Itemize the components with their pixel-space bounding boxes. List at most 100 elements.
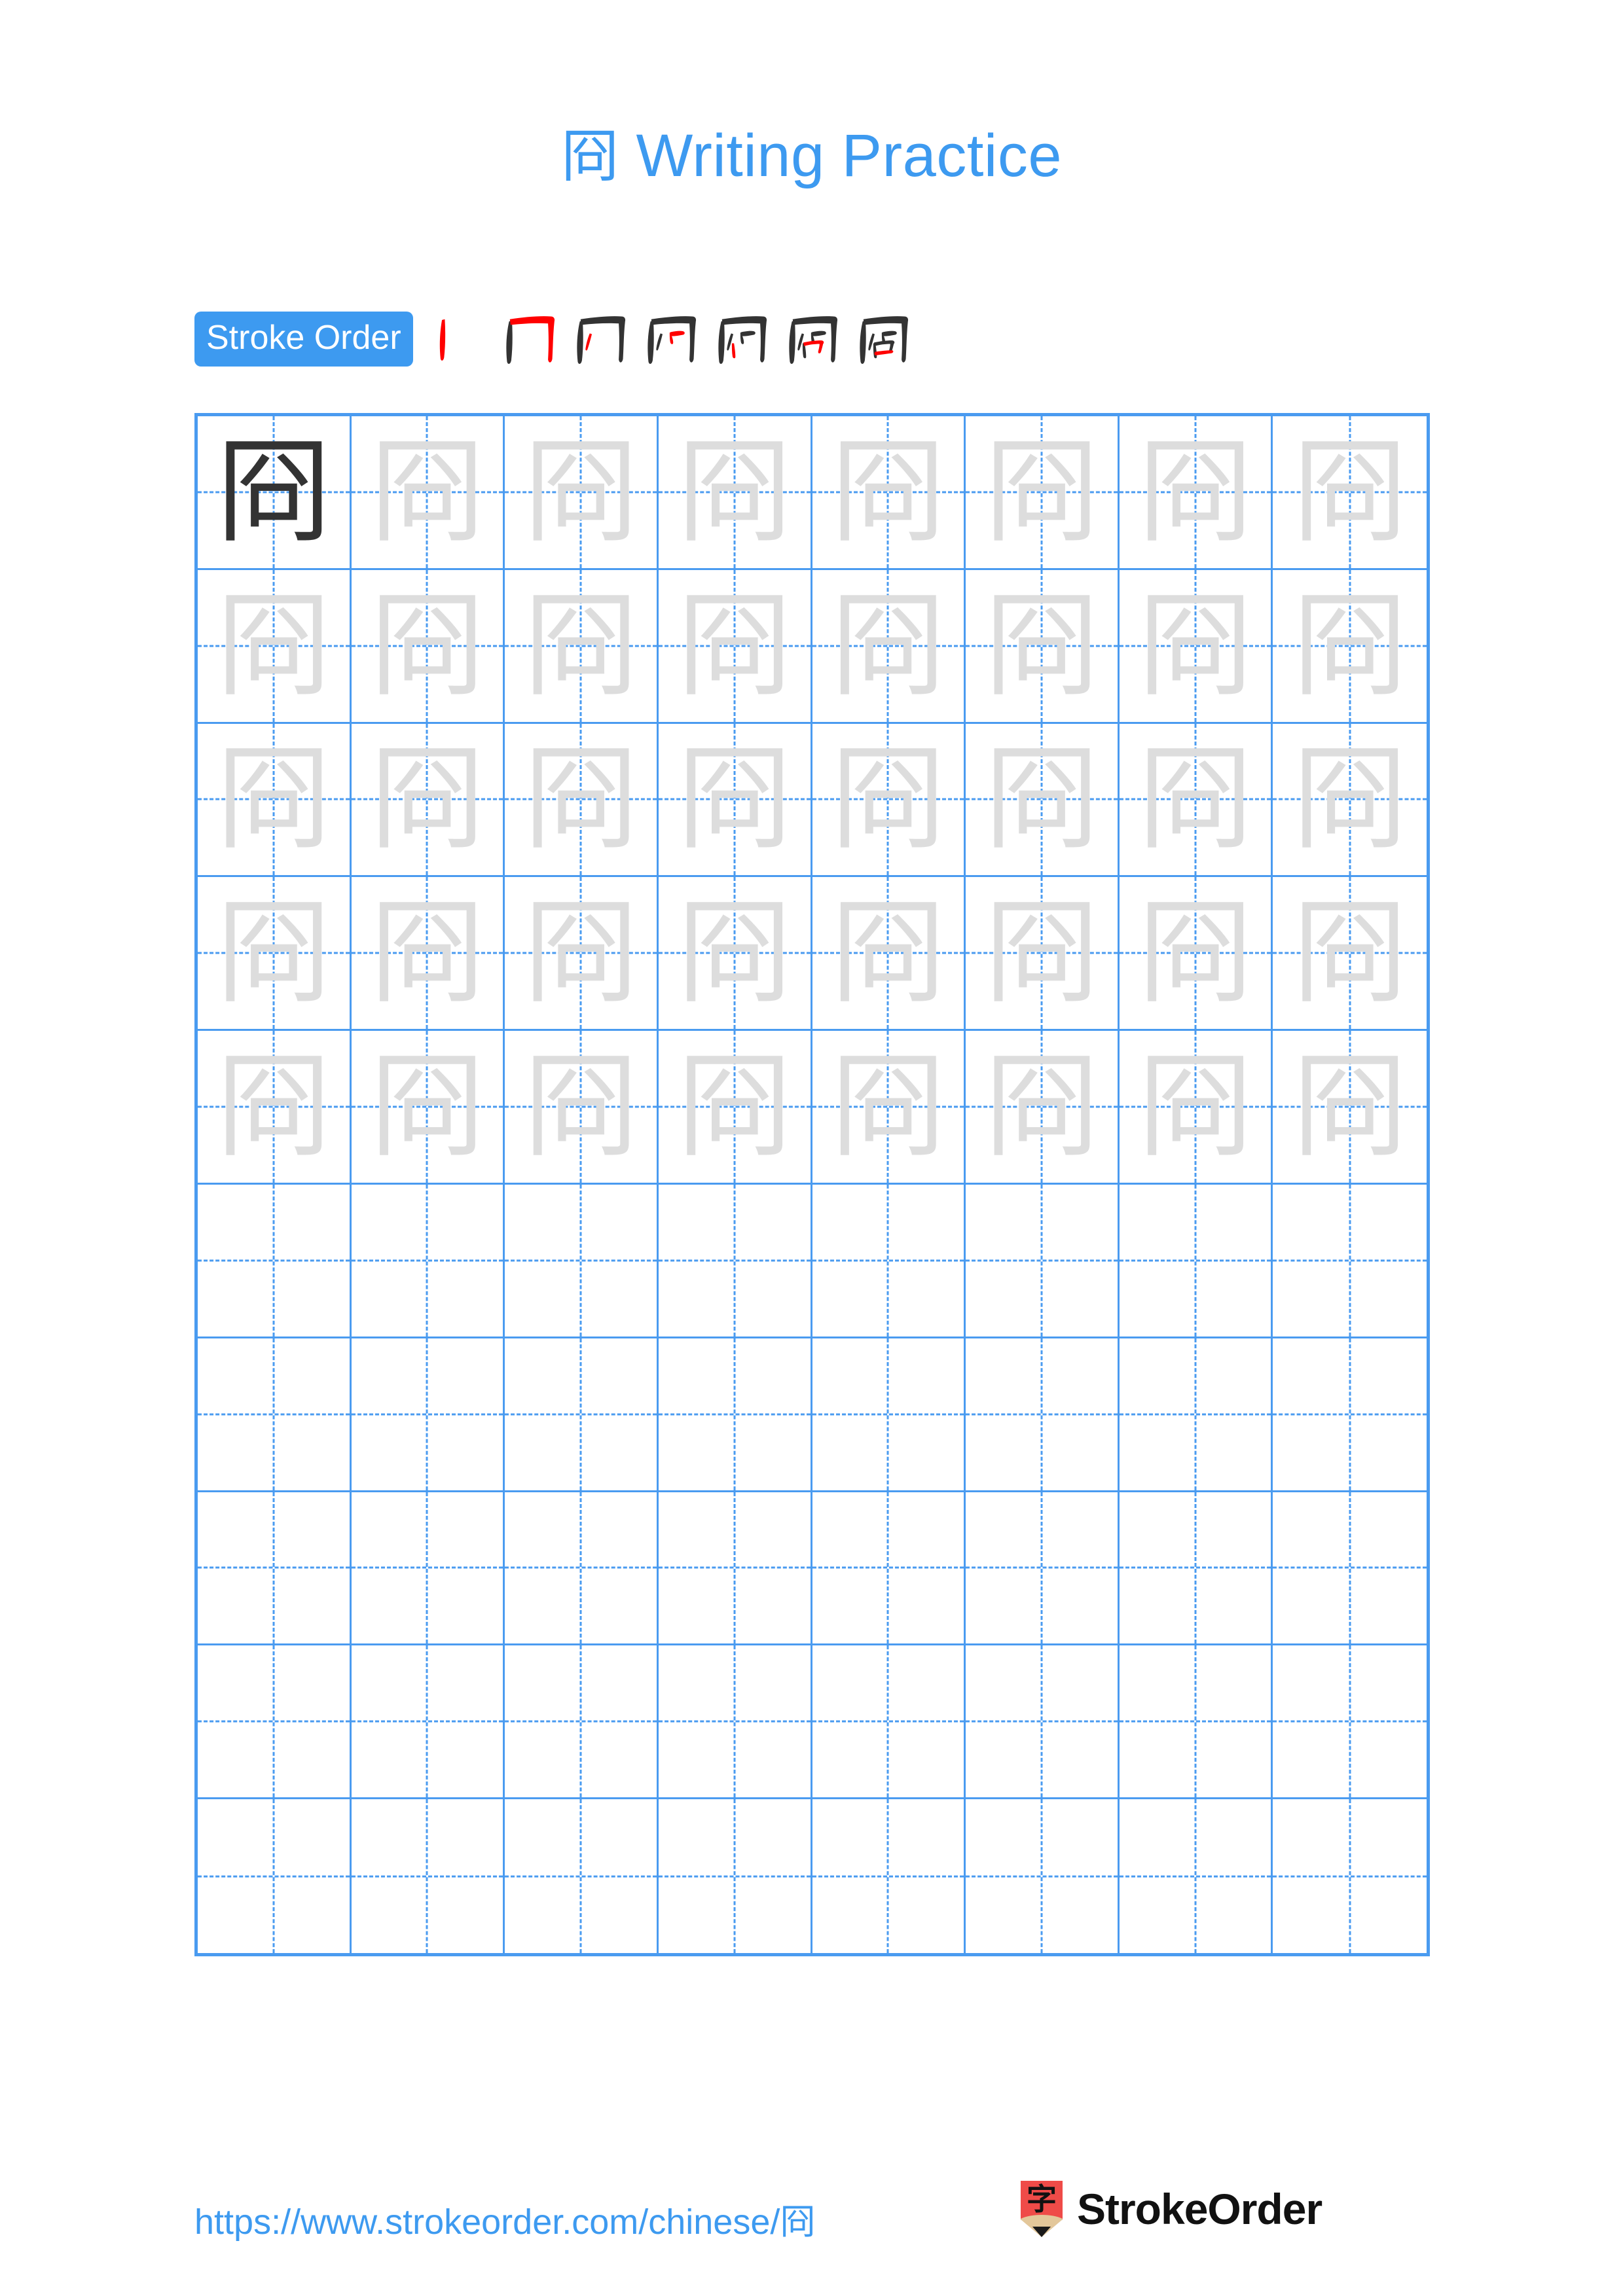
footer-brand[interactable]: 字 StrokeOrder xyxy=(1018,2179,1322,2238)
grid-cell-r3-c1[interactable]: 冏 xyxy=(198,723,352,878)
grid-cell-r10-c2[interactable] xyxy=(352,1799,505,1953)
grid-cell-r2-c5[interactable]: 冏 xyxy=(812,569,966,724)
grid-cell-r7-c1[interactable] xyxy=(198,1338,352,1492)
grid-cell-r9-c6[interactable] xyxy=(966,1645,1120,1800)
grid-cell-r7-c5[interactable] xyxy=(812,1338,966,1492)
grid-cell-r1-c1[interactable]: 冏 xyxy=(198,416,352,570)
grid-cell-r4-c4[interactable]: 冏 xyxy=(658,877,812,1031)
grid-cell-character: 冏 xyxy=(1137,1039,1253,1174)
grid-cell-r10-c4[interactable] xyxy=(659,1799,812,1953)
grid-cell-r7-c3[interactable] xyxy=(505,1338,659,1492)
grid-cell-character: 冏 xyxy=(1137,732,1253,867)
grid-cell-r2-c7[interactable]: 冏 xyxy=(1119,569,1273,724)
grid-cell-r7-c2[interactable] xyxy=(351,1338,505,1492)
grid-cell-r10-c1[interactable] xyxy=(198,1799,352,1953)
grid-cell-r6-c3[interactable] xyxy=(505,1185,659,1338)
grid-cell-r4-c8[interactable]: 冏 xyxy=(1273,877,1427,1031)
grid-cell-r5-c1[interactable]: 冏 xyxy=(198,1031,352,1185)
grid-cell-r10-c7[interactable] xyxy=(1120,1799,1273,1953)
grid-cell-r4-c7[interactable]: 冏 xyxy=(1119,877,1273,1031)
grid-cell-r6-c2[interactable] xyxy=(351,1185,505,1338)
grid-cell-r7-c4[interactable] xyxy=(658,1338,812,1492)
grid-cell-character: 冏 xyxy=(1292,578,1408,713)
grid-cell-r1-c3[interactable]: 冏 xyxy=(505,416,659,570)
grid-cell-r9-c5[interactable] xyxy=(812,1645,966,1800)
grid-cell-r2-c1[interactable]: 冏 xyxy=(198,569,352,724)
grid-cell-r9-c8[interactable] xyxy=(1273,1645,1427,1800)
footer-url-link[interactable]: https://www.strokeorder.com/chinese/冏 xyxy=(194,2193,815,2244)
grid-cell-r1-c6[interactable]: 冏 xyxy=(966,416,1120,570)
stroke-step-4 xyxy=(636,304,706,374)
grid-cell-r9-c3[interactable] xyxy=(505,1645,659,1800)
grid-cell-r9-c1[interactable] xyxy=(198,1645,352,1800)
grid-cell-r2-c2[interactable]: 冏 xyxy=(351,569,505,724)
grid-cell-r4-c6[interactable]: 冏 xyxy=(966,877,1120,1031)
stroke-step-5-icon xyxy=(718,316,767,365)
grid-cell-character: 冏 xyxy=(830,732,946,867)
grid-cell-r5-c7[interactable]: 冏 xyxy=(1119,1031,1273,1185)
grid-cell-r6-c8[interactable] xyxy=(1273,1185,1427,1338)
grid-cell-r3-c7[interactable]: 冏 xyxy=(1119,723,1273,878)
grid-cell-r9-c7[interactable] xyxy=(1119,1645,1273,1800)
grid-cell-r8-c4[interactable] xyxy=(658,1492,812,1646)
grid-cell-r8-c7[interactable] xyxy=(1119,1492,1273,1646)
grid-cell-character: 冏 xyxy=(369,424,485,559)
grid-cell-r1-c7[interactable]: 冏 xyxy=(1119,416,1273,570)
grid-cell-character: 冏 xyxy=(215,732,331,867)
grid-cell-r8-c5[interactable] xyxy=(812,1492,966,1646)
grid-cell-r5-c5[interactable]: 冏 xyxy=(812,1031,966,1185)
grid-cell-r3-c4[interactable]: 冏 xyxy=(658,723,812,878)
grid-cell-r5-c8[interactable]: 冏 xyxy=(1273,1031,1427,1185)
grid-cell-r3-c3[interactable]: 冏 xyxy=(505,723,659,878)
grid-cell-r9-c2[interactable] xyxy=(351,1645,505,1800)
pencil-logo-icon: 字 xyxy=(1018,2181,1065,2237)
grid-cell-r6-c1[interactable] xyxy=(198,1185,352,1338)
grid-cell-character: 冏 xyxy=(983,1039,1099,1174)
grid-cell-r7-c8[interactable] xyxy=(1273,1338,1427,1492)
grid-cell-r1-c8[interactable]: 冏 xyxy=(1273,416,1427,570)
grid-cell-character: 冏 xyxy=(676,1039,792,1174)
grid-cell-r8-c3[interactable] xyxy=(505,1492,659,1646)
grid-cell-r5-c4[interactable]: 冏 xyxy=(658,1031,812,1185)
grid-cell-r4-c2[interactable]: 冏 xyxy=(351,877,505,1031)
stroke-step-5 xyxy=(706,304,777,374)
grid-cell-r6-c5[interactable] xyxy=(812,1185,966,1338)
grid-cell-r8-c6[interactable] xyxy=(966,1492,1120,1646)
grid-cell-character: 冏 xyxy=(1292,886,1408,1020)
grid-cell-r4-c1[interactable]: 冏 xyxy=(198,877,352,1031)
grid-cell-r9-c4[interactable] xyxy=(658,1645,812,1800)
grid-cell-r10-c3[interactable] xyxy=(505,1799,659,1953)
grid-cell-r10-c6[interactable] xyxy=(966,1799,1120,1953)
grid-cell-r6-c7[interactable] xyxy=(1119,1185,1273,1338)
svg-text:字: 字 xyxy=(1027,2181,1057,2217)
grid-cell-character: 冏 xyxy=(215,886,331,1020)
grid-cell-r4-c5[interactable]: 冏 xyxy=(812,877,966,1031)
grid-cell-r7-c6[interactable] xyxy=(966,1338,1120,1492)
grid-cell-r3-c2[interactable]: 冏 xyxy=(351,723,505,878)
grid-cell-r8-c2[interactable] xyxy=(351,1492,505,1646)
grid-cell-r2-c8[interactable]: 冏 xyxy=(1273,570,1427,724)
grid-cell-r1-c2[interactable]: 冏 xyxy=(351,416,505,570)
grid-cell-r6-c6[interactable] xyxy=(966,1185,1120,1338)
grid-cell-r5-c6[interactable]: 冏 xyxy=(966,1031,1120,1185)
grid-cell-r2-c4[interactable]: 冏 xyxy=(658,569,812,724)
stroke-step-2 xyxy=(494,304,565,374)
grid-cell-r2-c3[interactable]: 冏 xyxy=(505,569,659,724)
grid-cell-r3-c5[interactable]: 冏 xyxy=(812,723,966,878)
grid-cell-r1-c5[interactable]: 冏 xyxy=(812,416,966,570)
grid-cell-r10-c5[interactable] xyxy=(812,1799,966,1953)
grid-cell-r8-c1[interactable] xyxy=(198,1492,352,1646)
grid-cell-r1-c4[interactable]: 冏 xyxy=(658,416,812,570)
grid-cell-r5-c3[interactable]: 冏 xyxy=(505,1031,659,1185)
grid-cell-r4-c3[interactable]: 冏 xyxy=(505,877,659,1031)
page-title: 冏 Writing Practice xyxy=(0,110,1623,193)
grid-cell-r3-c8[interactable]: 冏 xyxy=(1273,724,1427,878)
grid-cell-r8-c8[interactable] xyxy=(1273,1492,1427,1646)
grid-cell-r3-c6[interactable]: 冏 xyxy=(966,723,1120,878)
grid-cell-r10-c8[interactable] xyxy=(1273,1799,1427,1953)
grid-cell-r6-c4[interactable] xyxy=(658,1185,812,1338)
grid-cell-r5-c2[interactable]: 冏 xyxy=(351,1031,505,1185)
grid-cell-character: 冏 xyxy=(983,424,1099,559)
grid-cell-r2-c6[interactable]: 冏 xyxy=(966,569,1120,724)
grid-cell-r7-c7[interactable] xyxy=(1119,1338,1273,1492)
